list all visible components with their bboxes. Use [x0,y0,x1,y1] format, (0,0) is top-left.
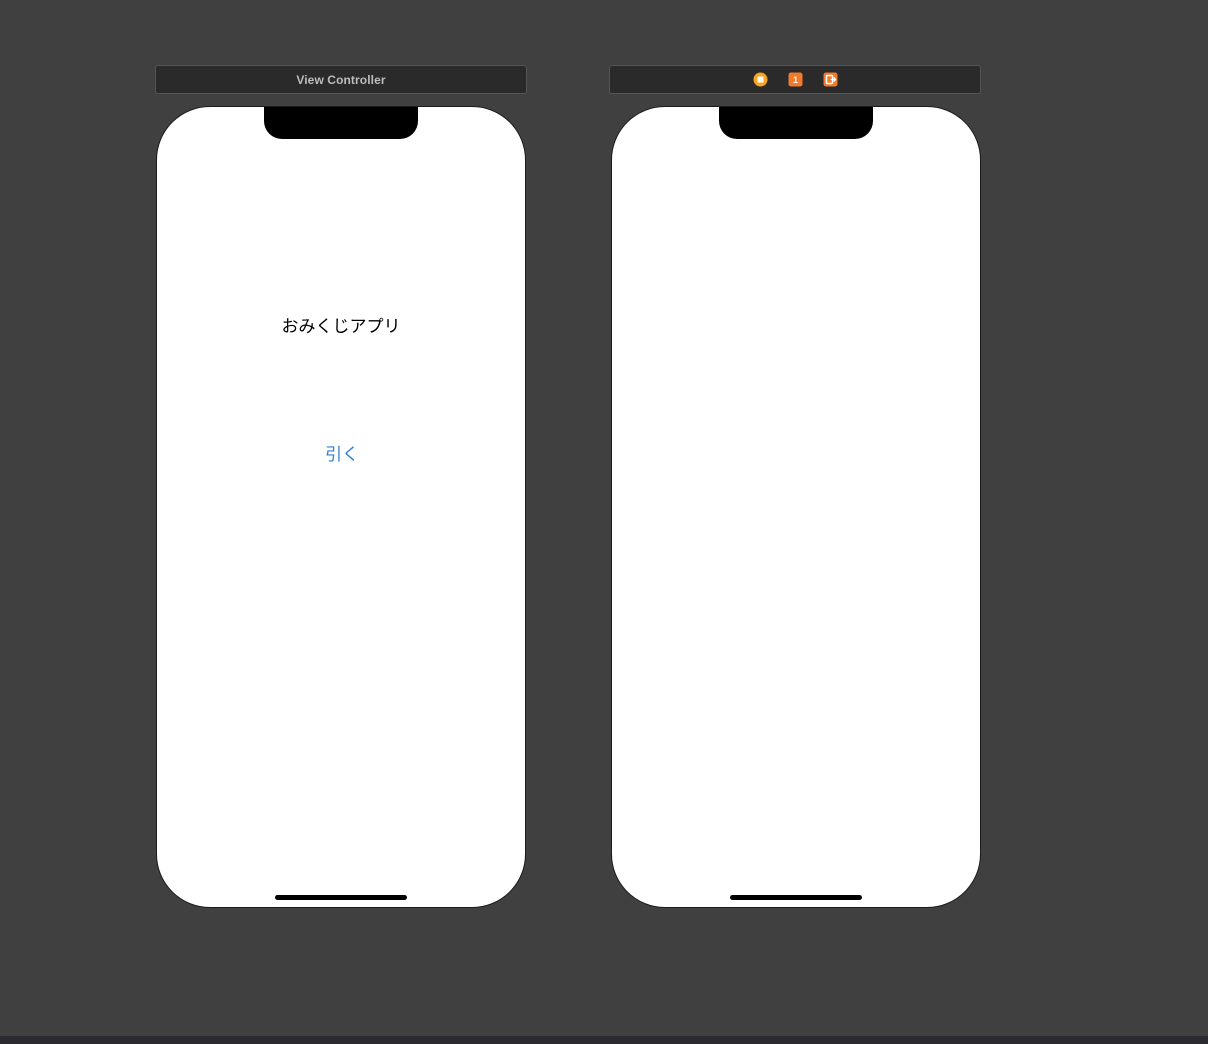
device-notch [264,107,418,139]
device-frame-view-controller[interactable]: おみくじアプリ 引く [156,106,526,908]
device-frame-second-scene[interactable] [611,106,981,908]
app-title-label[interactable]: おみくじアプリ [157,312,525,337]
scene-dock-bar[interactable]: 1 [609,65,981,94]
device-notch [719,107,873,139]
storyboard-canvas[interactable]: View Controller おみくじアプリ 引く 1 [0,0,1208,1044]
draw-button[interactable]: 引く [292,438,392,466]
bottom-toolbar-edge [0,1036,1208,1044]
scene-title: View Controller [296,72,386,87]
exit-icon[interactable] [823,72,838,87]
scene-title-bar-view-controller[interactable]: View Controller [155,65,527,94]
home-indicator [730,895,862,900]
home-indicator [275,895,407,900]
first-responder-icon[interactable]: 1 [788,72,803,87]
svg-text:1: 1 [792,75,797,85]
view-controller-icon[interactable] [753,72,768,87]
